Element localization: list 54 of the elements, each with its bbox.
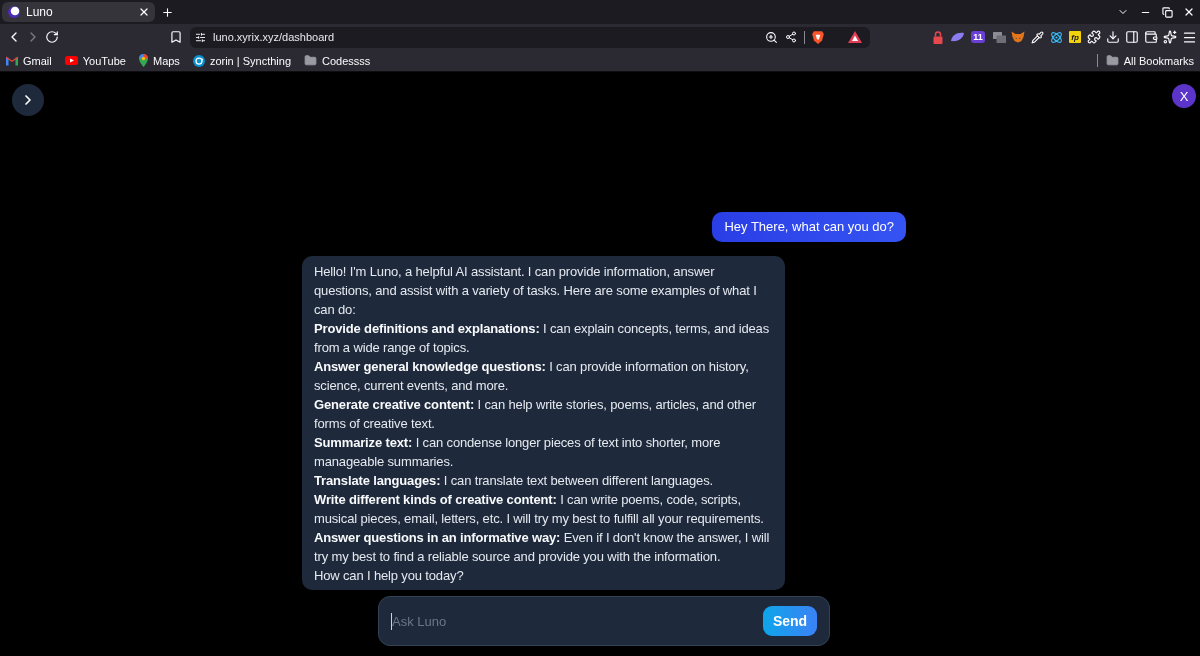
message-text: Write different kinds of creative content: I can write poems, code, scripts, musical pieces, email, letters, etc. I will try my best to fulfill all your requirements. (314, 491, 765, 528)
puzzle-icon[interactable] (1087, 30, 1101, 44)
padlock-icon[interactable] (933, 30, 943, 44)
wallet-icon[interactable] (1144, 30, 1158, 44)
message-text: Answer general knowledge questions: I can provide information on history, science, current events, and more. (314, 358, 750, 395)
atom-icon[interactable] (1049, 30, 1063, 44)
bookmark-link[interactable]: Codessss (304, 54, 371, 67)
close-icon[interactable] (138, 6, 150, 18)
bookmark-link[interactable]: All Bookmarks (1105, 54, 1194, 67)
count-badge[interactable]: 11 (971, 31, 985, 43)
message-text: Translate languages: I can translate text between different languages. (314, 472, 714, 490)
sidebar-icon[interactable] (1125, 30, 1139, 44)
message-text: Summarize text: I can condense longer pieces of text into shorter, more manageable summaries. (314, 434, 722, 471)
bookmark-link[interactable]: zorin | Syncthing (192, 54, 291, 67)
message-text: Provide definitions and explanations: I can explain concepts, terms, and ideas from a wide range of topics. (314, 320, 771, 357)
message-text: Answer questions in an informative way: Even if I don't know the answer, I will try my best to find a reliable source and provide you with the information. (314, 529, 771, 566)
close-icon[interactable] (1183, 6, 1195, 18)
leaf-icon[interactable] (949, 32, 965, 42)
user-message-bubble: Hey There, what can you do? (712, 212, 906, 242)
bookmark-link[interactable]: Maps (138, 54, 180, 67)
message-text: Hello! I'm Luno, a helpful AI assistant. I can provide information, answer questions, and assist with a variety of tasks. Here are some examples of what I can do: (314, 263, 758, 319)
sliders-icon[interactable] (195, 31, 206, 43)
shield-icon[interactable] (812, 30, 824, 44)
share-icon[interactable] (785, 31, 797, 43)
address-bar[interactable]: luno.xyrix.xyz/dashboard (190, 26, 870, 48)
message-text: Generate creative content: I can help write stories, poems, articles, and other forms of creative text. (314, 396, 757, 433)
sparkle-icon[interactable] (1163, 30, 1177, 44)
circle-logo-icon (8, 6, 20, 18)
map-pin-icon (138, 54, 148, 67)
m-logo-icon (6, 55, 18, 66)
restore-icon[interactable] (1161, 6, 1173, 18)
window-icon[interactable] (992, 31, 1006, 43)
folder-icon (304, 54, 317, 67)
fox-icon[interactable] (1011, 31, 1025, 43)
zoom-icon[interactable] (765, 30, 778, 44)
user-avatar[interactable]: X (1172, 84, 1196, 108)
download-icon[interactable] (1106, 30, 1120, 44)
sidebar-toggle-button[interactable] (12, 84, 44, 116)
menu-icon[interactable] (1181, 29, 1197, 45)
extension-tile[interactable]: fp (1069, 31, 1081, 43)
bookmark-icon[interactable] (169, 30, 183, 44)
folder-icon (1105, 54, 1119, 67)
plus-icon[interactable] (160, 5, 174, 19)
bookmark-link[interactable]: YouTube (64, 54, 126, 67)
triangle-icon[interactable] (848, 31, 862, 43)
text-cursor (391, 612, 392, 630)
circle-logo-icon (192, 54, 205, 67)
reload-icon[interactable] (44, 30, 59, 44)
browser-tab[interactable]: Luno (2, 2, 155, 22)
play-logo-icon (64, 56, 78, 65)
message-text: How can I help you today? (314, 567, 465, 585)
pipette-icon[interactable] (1030, 30, 1044, 44)
bookmark-link[interactable]: Gmail (6, 54, 52, 67)
url-text: luno.xyrix.xyz/dashboard (213, 31, 336, 43)
